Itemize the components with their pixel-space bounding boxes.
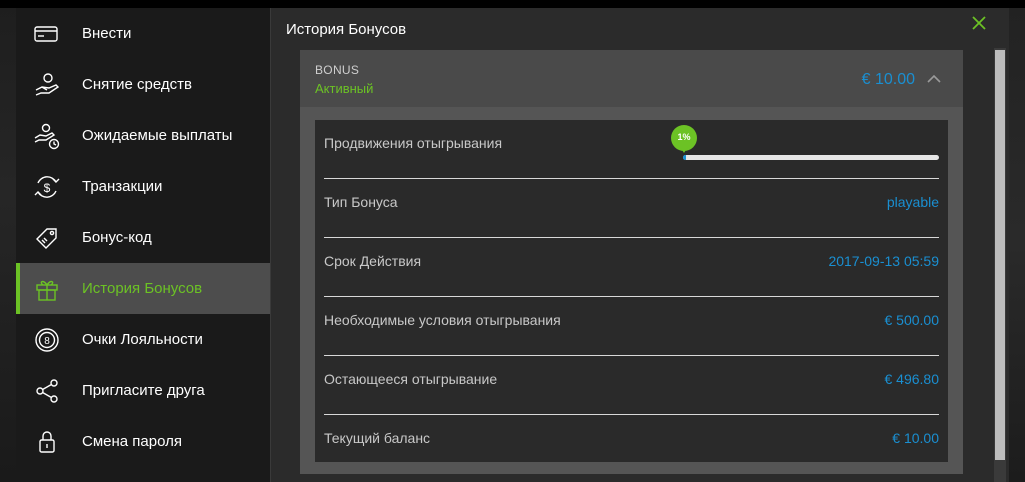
backdrop-left [0,0,16,482]
dollar-refresh-icon: $ [32,172,62,202]
sidebar-item-label: Снятие средств [82,76,192,93]
chevron-up-icon[interactable] [925,70,943,88]
sidebar-item-deposit[interactable]: Внести [16,8,270,59]
gift-icon [32,274,62,304]
detail-value: 2017-09-13 05:59 [828,253,939,269]
sidebar-item-label: Бонус-код [82,229,152,246]
detail-row-remaining-wagering: Остающееся отыгрывание € 496.80 [324,356,939,415]
progress-marker: 1% [671,125,697,155]
share-icon [32,376,62,406]
scrollbar[interactable] [994,48,1006,482]
bonus-amount: € 10.00 [861,71,915,88]
loyalty-badge-icon: 8 [32,325,62,355]
backdrop-top [0,0,1025,8]
hand-money-icon [32,70,62,100]
page-title: История Бонусов [286,21,407,38]
detail-value: € 496.80 [884,371,940,387]
detail-key: Необходимые условия отыгрывания [324,312,561,328]
backdrop-right [1009,0,1025,482]
sidebar-item-transactions[interactable]: $ Транзакции [16,161,270,212]
close-icon[interactable] [970,14,988,32]
sidebar-item-label: История Бонусов [82,280,203,297]
credit-card-icon [32,19,62,49]
pending-payout-icon [32,121,62,151]
detail-key: Текущий баланс [324,430,431,446]
svg-text:$: $ [44,181,51,195]
sidebar-item-bonus-code[interactable]: Бонус-код [16,212,270,263]
bonus-status: Активный [315,81,374,96]
progress-bar [683,155,939,160]
sidebar-item-change-password[interactable]: Смена пароля [16,416,270,467]
sidebar-item-pending-payouts[interactable]: Ожидаемые выплаты [16,110,270,161]
bonus-card-header[interactable]: BONUS Активный € 10.00 [300,50,963,107]
wagering-progress-row: Продвижения отыгрывания 1% [324,120,939,179]
detail-row-current-balance: Текущий баланс € 10.00 [324,415,939,474]
detail-key: Срок Действия [324,253,422,269]
detail-key: Тип Бонуса [324,194,398,210]
lock-icon [32,427,62,457]
bonus-history-panel: История Бонусов BONUS Активный € 10.00 П… [271,8,1009,482]
detail-row-bonus-type: Тип Бонуса playable [324,179,939,238]
account-modal: Внести Снятие средств Ожидаемые выплаты … [16,8,1009,482]
progress-value: 1% [677,132,691,142]
sidebar-item-bonus-history[interactable]: История Бонусов [16,263,270,314]
bonus-details: Продвижения отыгрывания 1% Тип Бонуса pl… [315,120,948,462]
progress-bubble-tip [679,145,689,153]
detail-key: Остающееся отыгрывание [324,371,498,387]
sidebar-item-withdraw[interactable]: Снятие средств [16,59,270,110]
sidebar-item-label: Транзакции [82,178,163,195]
svg-text:8: 8 [44,336,50,347]
scrollbar-thumb[interactable] [995,50,1005,460]
detail-value: € 10.00 [892,430,939,446]
detail-value: € 500.00 [884,312,940,328]
bonus-card: BONUS Активный € 10.00 Продвижения отыгр… [300,50,963,474]
progress-fill [683,155,686,160]
detail-row-wagering-requirement: Необходимые условия отыгрывания € 500.00 [324,297,939,356]
detail-key: Продвижения отыгрывания [324,135,503,151]
sidebar-item-loyalty-points[interactable]: 8 Очки Лояльности [16,314,270,365]
detail-value: playable [886,194,939,210]
sidebar-item-label: Очки Лояльности [82,331,203,348]
sidebar-item-label: Пригласите друга [82,382,205,399]
tag-icon [32,223,62,253]
sidebar-item-invite-friend[interactable]: Пригласите друга [16,365,270,416]
account-sidebar: Внести Снятие средств Ожидаемые выплаты … [16,8,270,482]
sidebar-item-label: Ожидаемые выплаты [82,127,233,144]
bonus-type: BONUS [315,63,360,77]
sidebar-item-label: Внести [82,25,132,42]
detail-row-expiry: Срок Действия 2017-09-13 05:59 [324,238,939,297]
sidebar-item-label: Смена пароля [82,433,182,450]
